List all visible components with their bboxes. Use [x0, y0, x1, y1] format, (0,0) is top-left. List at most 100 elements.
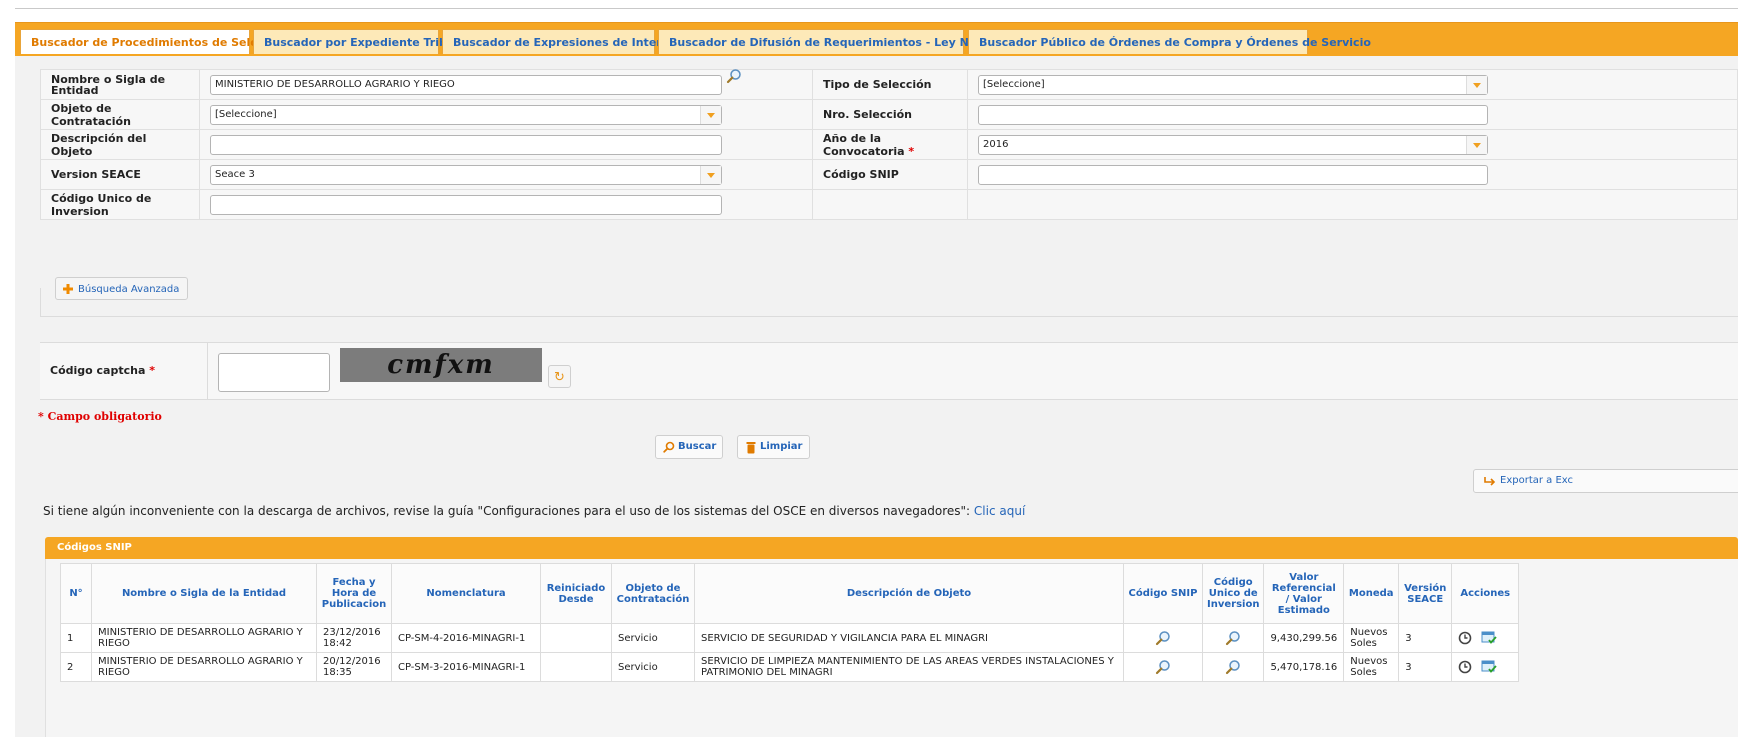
row-moneda: Nuevos Soles: [1343, 652, 1400, 682]
export-excel-button[interactable]: Exportar a Exc: [1473, 469, 1738, 493]
row-valor: 5,470,178.16: [1263, 652, 1345, 682]
cui-label: Código Unico de Inversion: [40, 189, 200, 220]
captcha-input[interactable]: [218, 353, 330, 392]
entidad-label: Nombre o Sigla de Entidad: [40, 69, 200, 100]
chevron-down-icon[interactable]: [1466, 135, 1487, 154]
version-select[interactable]: Seace 3: [210, 164, 722, 185]
trash-icon: [746, 442, 756, 454]
search-button[interactable]: Buscar: [655, 435, 724, 459]
tab-expresiones-interes[interactable]: Buscador de Expresiones de Interés: [442, 29, 676, 54]
tab-procedimientos[interactable]: Buscador de Procedimientos de Selección: [20, 29, 290, 54]
anio-select[interactable]: 2016: [978, 134, 1488, 155]
tab-expediente-tribunal[interactable]: Buscador por Expediente Tribunal: [253, 29, 474, 54]
results-table: N° Nombre o Sigla de la Entidad Fecha y …: [60, 563, 1520, 682]
chevron-down-icon[interactable]: [700, 165, 721, 184]
row-moneda: Nuevos Soles: [1343, 623, 1400, 653]
row-reiniciado: [540, 652, 612, 682]
search-icon: [663, 441, 675, 453]
tab-ordenes-compra[interactable]: Buscador Público de Órdenes de Compra y …: [968, 29, 1371, 54]
anio-value: 2016: [983, 138, 1009, 150]
search-form: Nombre o Sigla de Entidad MINISTERIO DE …: [40, 68, 1738, 220]
view-snip-icon[interactable]: [1155, 659, 1171, 675]
results-panel-header: Códigos SNIP: [45, 537, 1738, 559]
clear-button[interactable]: Limpiar: [737, 435, 810, 459]
cui-input[interactable]: [210, 194, 722, 215]
row-nomenclatura: CP-SM-3-2016-MINAGRI-1: [391, 652, 541, 682]
plus-icon: [63, 284, 73, 294]
version-value: Seace 3: [215, 168, 255, 180]
search-panel: Buscador de Procedimientos de Selección …: [15, 22, 1738, 737]
row-number: 1: [60, 623, 92, 653]
guide-text: Si tiene algún inconveniente con la desc…: [43, 504, 971, 518]
refresh-captcha-button[interactable]: ↻: [548, 365, 571, 388]
col-header: Código SNIP: [1123, 563, 1203, 624]
col-header: Valor Referencial / Valor Estimado: [1263, 563, 1345, 624]
required-mark: *: [149, 364, 155, 377]
captcha-label: Código captcha *: [50, 364, 155, 377]
chevron-down-icon[interactable]: [1466, 75, 1487, 94]
results-header-row: N° Nombre o Sigla de la Entidad Fecha y …: [60, 563, 1520, 624]
captcha-row: Código captcha * cmfxm ↻: [40, 342, 1738, 400]
col-header: Objeto de Contratación: [611, 563, 695, 624]
row-entidad: MINISTERIO DE DESARROLLO AGRARIO Y RIEGO: [91, 623, 317, 653]
clear-button-label: Limpiar: [760, 441, 803, 452]
guide-link[interactable]: Clic aquí: [974, 504, 1025, 518]
descripcion-input[interactable]: [210, 134, 722, 155]
row-version: 3: [1398, 652, 1453, 682]
export-arrow-icon: [1484, 477, 1496, 486]
row-nomenclatura: CP-SM-4-2016-MINAGRI-1: [391, 623, 541, 653]
search-icon[interactable]: [726, 68, 742, 84]
entidad-input[interactable]: MINISTERIO DE DESARROLLO AGRARIO Y RIEGO: [210, 74, 722, 95]
row-objeto: Servicio: [611, 652, 695, 682]
view-document-icon[interactable]: [1481, 660, 1498, 674]
advanced-search-label: Búsqueda Avanzada: [78, 284, 180, 295]
snip-input[interactable]: [978, 164, 1488, 185]
col-header: Versión SEACE: [1398, 563, 1453, 624]
tipo-seleccion-select[interactable]: [Seleccione]: [978, 74, 1488, 95]
snip-label: Código SNIP: [812, 159, 968, 190]
row-fecha: 20/12/2016 18:35: [316, 652, 392, 682]
row-descripcion: SERVICIO DE LIMPIEZA MANTENIMIENTO DE LA…: [694, 652, 1124, 682]
view-cui-icon[interactable]: [1225, 630, 1241, 646]
version-label: Version SEACE: [40, 159, 200, 190]
tipo-seleccion-label: Tipo de Selección: [812, 69, 968, 100]
download-guide-text: Si tiene algún inconveniente con la desc…: [43, 504, 1025, 518]
row-descripcion: SERVICIO DE SEGURIDAD Y VIGILANCIA PARA …: [694, 623, 1124, 653]
objeto-select[interactable]: [Seleccione]: [210, 104, 722, 125]
view-document-icon[interactable]: [1481, 631, 1498, 645]
table-row: 1 MINISTERIO DE DESARROLLO AGRARIO Y RIE…: [60, 623, 1520, 653]
advanced-search-button[interactable]: Búsqueda Avanzada: [55, 277, 189, 300]
chevron-down-icon[interactable]: [700, 105, 721, 124]
anio-label: Año de la Convocatoria *: [812, 129, 968, 160]
nro-seleccion-input[interactable]: [978, 104, 1488, 125]
view-cui-icon[interactable]: [1225, 659, 1241, 675]
col-header: Descripción de Objeto: [694, 563, 1124, 624]
col-header: Moneda: [1343, 563, 1400, 624]
col-header: Fecha y Hora de Publicacion: [316, 563, 392, 624]
captcha-divider: [207, 343, 208, 399]
view-snip-icon[interactable]: [1155, 630, 1171, 646]
row-fecha: 23/12/2016 18:42: [316, 623, 392, 653]
search-button-label: Buscar: [678, 441, 717, 452]
advanced-search-box: [40, 288, 1738, 317]
captcha-image: cmfxm: [340, 348, 542, 382]
tab-difusion-requerimientos[interactable]: Buscador de Difusión de Requerimientos -…: [658, 29, 1016, 54]
required-note: * Campo obligatorio: [38, 410, 162, 423]
col-header: Reiniciado Desde: [540, 563, 612, 624]
row-entidad: MINISTERIO DE DESARROLLO AGRARIO Y RIEGO: [91, 652, 317, 682]
export-excel-label: Exportar a Exc: [1500, 475, 1574, 486]
col-header: Nombre o Sigla de la Entidad: [91, 563, 317, 624]
history-clock-icon[interactable]: [1458, 631, 1472, 645]
tipo-seleccion-value: [Seleccione]: [983, 78, 1045, 90]
row-objeto: Servicio: [611, 623, 695, 653]
anio-label-text: Año de la Convocatoria: [823, 131, 905, 158]
row-valor: 9,430,299.56: [1263, 623, 1345, 653]
top-divider: [15, 8, 1738, 9]
row-version: 3: [1398, 623, 1453, 653]
col-header: Nomenclatura: [391, 563, 541, 624]
history-clock-icon[interactable]: [1458, 660, 1472, 674]
objeto-value: [Seleccione]: [215, 108, 277, 120]
captcha-label-text: Código captcha: [50, 364, 146, 377]
nro-seleccion-label: Nro. Selección: [812, 99, 968, 130]
row-reiniciado: [540, 623, 612, 653]
